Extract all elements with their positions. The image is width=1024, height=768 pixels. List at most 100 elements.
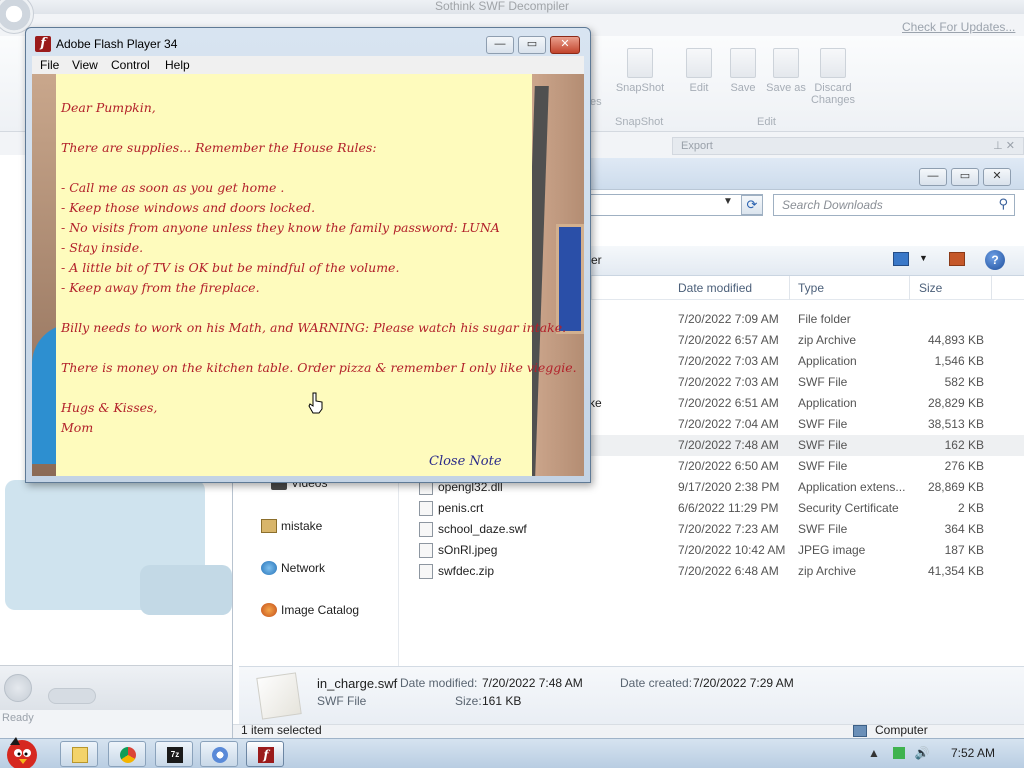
close-note-button[interactable]: Close Note (429, 452, 502, 472)
note-line: - Stay inside. (61, 240, 144, 255)
file-type: SWF File (798, 522, 848, 536)
save-as-button[interactable]: Save as (762, 48, 810, 94)
help-icon[interactable]: ? (985, 250, 1005, 270)
note-line (61, 378, 532, 398)
file-date: 7/20/2022 7:03 AM (678, 375, 779, 389)
image-catalog-icon (261, 603, 277, 617)
toolbar-partial-label[interactable]: er (591, 253, 602, 267)
column-date-modified[interactable]: Date modified (678, 281, 752, 295)
menu-help[interactable]: Help (165, 58, 190, 72)
file-size: 2 KB (957, 501, 984, 515)
file-date: 7/20/2022 7:03 AM (678, 354, 779, 368)
file-size: 364 KB (944, 522, 984, 536)
chevron-down-icon[interactable]: ▼ (919, 253, 928, 263)
ribbon-partial-label: es (590, 96, 602, 108)
sothink-status: Ready (2, 712, 34, 724)
file-icon (419, 501, 433, 516)
view-options-icon[interactable] (893, 252, 909, 266)
sothink-icon (212, 747, 228, 763)
export-panel-header: Export ⊥ ✕ (672, 137, 1024, 155)
save-icon (730, 48, 756, 78)
tray-expand-icon[interactable]: ▲ (868, 746, 880, 760)
computer-icon (853, 725, 867, 737)
tray-app-icon[interactable] (893, 747, 906, 759)
save-button[interactable]: Save (718, 48, 768, 94)
file-size: 41,354 KB (927, 564, 984, 578)
maximize-button[interactable]: ▭ (518, 36, 546, 54)
column-header: Date modified Type Size (591, 276, 1024, 300)
note-line: There is money on the kitchen table. Ord… (61, 360, 577, 375)
check-updates-link[interactable]: Check For Updates... (902, 20, 1015, 34)
edit-button[interactable]: Edit (674, 48, 724, 94)
nav-item-network[interactable]: Network (261, 561, 325, 575)
file-type: zip Archive (798, 333, 857, 347)
file-type: SWF File (798, 438, 848, 452)
taskbar-explorer-button[interactable] (60, 741, 98, 767)
note-line: Dear Pumpkin, (61, 100, 156, 115)
details-size-label: Size: (455, 694, 482, 708)
taskbar-flash-button[interactable]: f (246, 741, 284, 767)
file-type: JPEG image (798, 543, 866, 557)
chrome-icon (120, 747, 136, 763)
file-date: 7/20/2022 7:04 AM (678, 417, 779, 431)
file-date: 7/20/2022 6:50 AM (678, 459, 779, 473)
network-icon (261, 561, 277, 575)
discard-changes-button[interactable]: Discard Changes (808, 48, 858, 106)
volume-icon[interactable]: 🔊 (915, 746, 930, 760)
note-line (61, 158, 532, 178)
nav-item-mistake[interactable]: mistake (261, 519, 322, 533)
status-selected: 1 item selected (241, 723, 322, 737)
file-name: school_daze.swf (438, 522, 527, 536)
chevron-down-icon[interactable]: ▼ (723, 196, 733, 207)
file-date: 7/20/2022 6:48 AM (678, 564, 779, 578)
ribbon-group-snapshot: SnapShot (615, 116, 664, 128)
minimize-button[interactable]: — (486, 36, 514, 54)
frame-nav-buttons[interactable] (48, 688, 96, 704)
chair-arm-shape (140, 565, 232, 615)
flash-stage[interactable]: Dear Pumpkin, There are supplies... Reme… (32, 74, 584, 476)
maximize-button[interactable]: ▭ (951, 168, 979, 186)
start-button[interactable] (0, 733, 52, 768)
note-line: - Call me as soon as you get home . (61, 180, 285, 195)
taskbar-chrome-button[interactable] (108, 741, 146, 767)
file-date: 7/20/2022 7:48 AM (678, 438, 779, 452)
menu-control[interactable]: Control (111, 58, 150, 72)
file-type: SWF File (798, 459, 848, 473)
file-type: File folder (798, 312, 851, 326)
close-button[interactable]: ✕ (983, 168, 1011, 186)
column-size[interactable]: Size (919, 281, 942, 295)
file-date: 6/6/2022 11:29 PM (678, 501, 779, 515)
menu-file[interactable]: File (40, 58, 59, 72)
search-icon[interactable]: ⚲ (998, 196, 1008, 212)
taskbar-clock[interactable]: 7:52 AM (951, 746, 995, 760)
details-size: 161 KB (482, 694, 522, 708)
details-date-created-label: Date created: (620, 676, 693, 690)
file-type: zip Archive (798, 564, 857, 578)
file-size: 187 KB (944, 543, 984, 557)
status-location: Computer (875, 723, 928, 737)
snapshot-button[interactable]: SnapShot (615, 48, 665, 94)
file-size: 582 KB (944, 375, 984, 389)
ribbon-group-edit: Edit (757, 116, 776, 128)
flash-player-window: f Adobe Flash Player 34 — ▭ ✕ File View … (25, 27, 591, 483)
file-date: 7/20/2022 6:51 AM (678, 396, 779, 410)
refresh-icon[interactable]: ⟳ (741, 195, 763, 215)
minimize-button[interactable]: — (919, 168, 947, 186)
menu-view[interactable]: View (72, 58, 98, 72)
close-button[interactable]: ✕ (550, 36, 580, 54)
note-line: - Keep those windows and doors locked. (61, 200, 316, 215)
preview-pane-icon[interactable] (949, 252, 965, 266)
file-type: Security Certificate (798, 501, 899, 515)
hand-cursor-icon (308, 392, 323, 414)
window-shape (556, 224, 584, 334)
file-date: 7/20/2022 7:09 AM (678, 312, 779, 326)
pin-icon[interactable]: ⊥ ✕ (993, 139, 1015, 152)
nav-item-image-catalog[interactable]: Image Catalog (261, 603, 359, 617)
note-line: Mom (61, 420, 94, 435)
taskbar-sothink-button[interactable] (200, 741, 238, 767)
taskbar-7zip-button[interactable]: 7z (155, 741, 193, 767)
search-input[interactable]: Search Downloads ⚲ (773, 194, 1015, 216)
file-date: 7/20/2022 6:57 AM (678, 333, 779, 347)
column-type[interactable]: Type (798, 281, 824, 295)
play-button[interactable] (4, 674, 32, 702)
